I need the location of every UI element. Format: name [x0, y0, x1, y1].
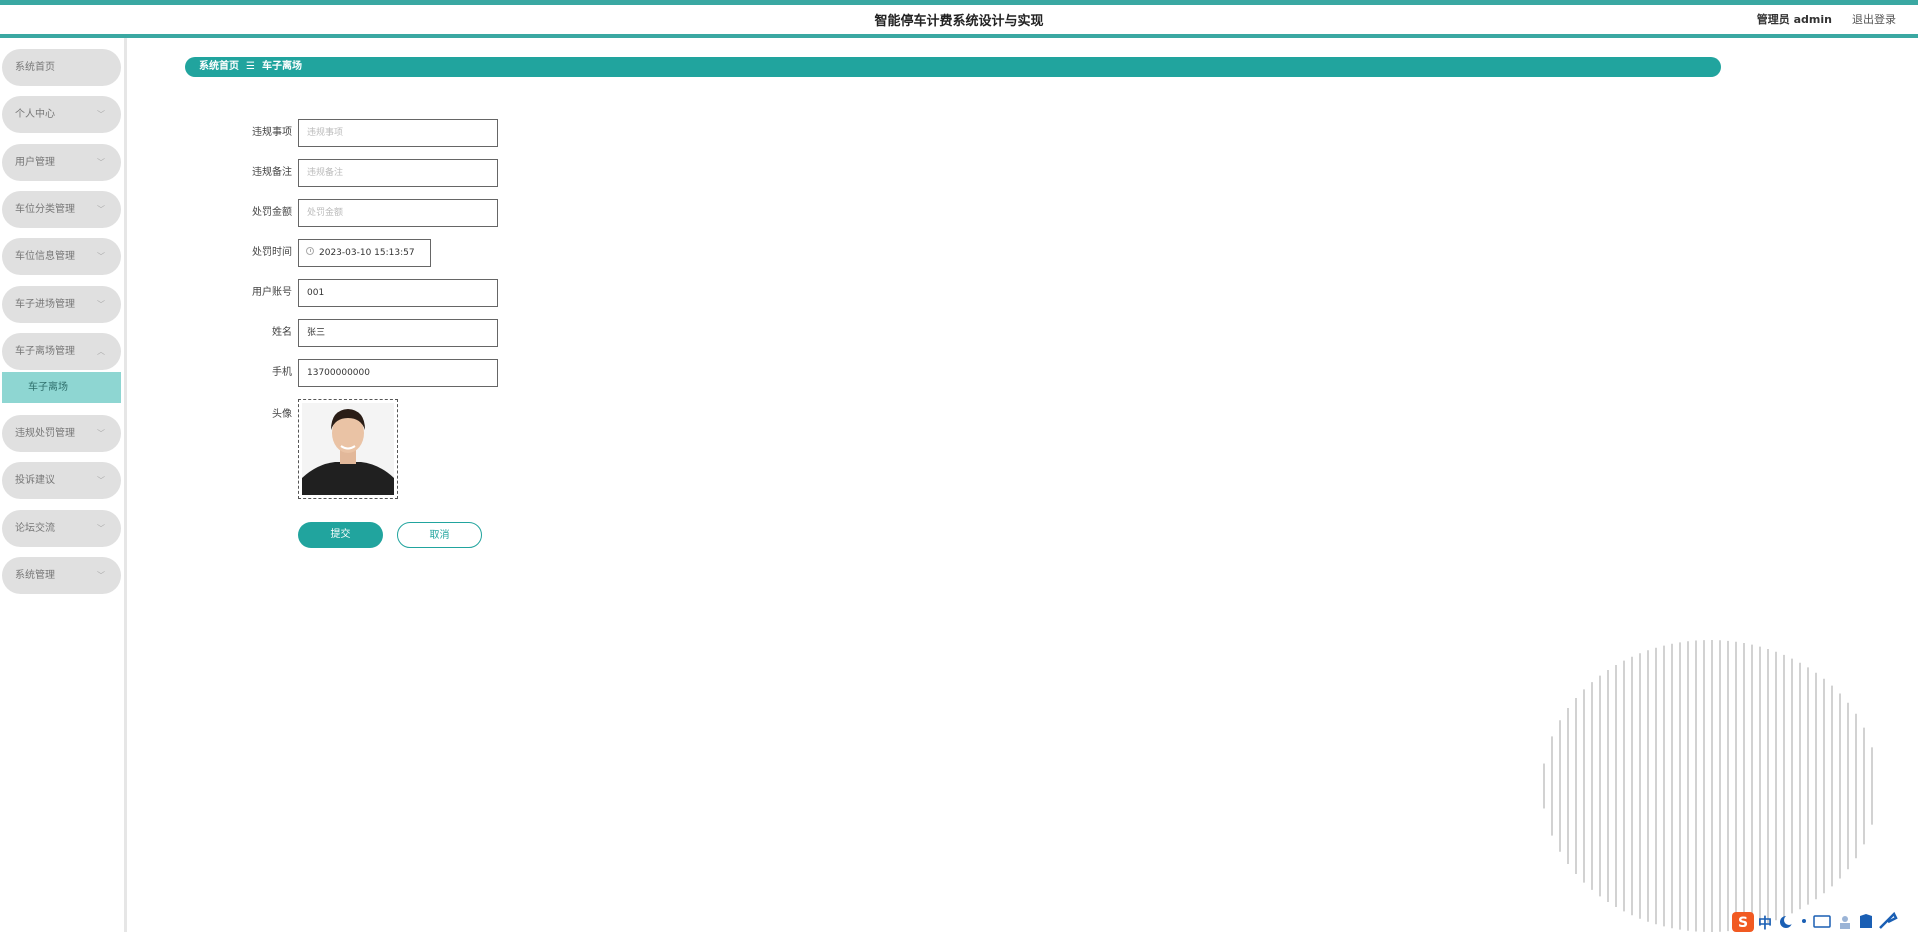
phone-input[interactable]: 13700000000	[298, 359, 498, 387]
sidebar-item-label: 投诉建议	[15, 475, 55, 486]
sidebar-item-car-exit[interactable]: 车子离场管理 ︿	[2, 333, 121, 370]
breadcrumb-separator: ☰	[246, 61, 255, 72]
sidebar-item-car-entry[interactable]: 车子进场管理 ﹀	[2, 286, 121, 323]
keyboard-icon	[1813, 915, 1831, 928]
ime-toolbar: S 中	[1732, 911, 1898, 932]
sidebar-item-user-management[interactable]: 用户管理 ﹀	[2, 144, 121, 181]
sidebar-item-personal-center[interactable]: 个人中心 ﹀	[2, 96, 121, 133]
sidebar-item-violation[interactable]: 违规处罚管理 ﹀	[2, 415, 121, 452]
chevron-down-icon: ﹀	[97, 110, 105, 119]
punctuation-icon	[1802, 919, 1806, 923]
violation-note-input[interactable]	[298, 159, 498, 187]
current-user: 管理员 admin	[1756, 13, 1832, 26]
sidebar-item-label: 车子离场	[28, 382, 68, 393]
header: 智能停车计费系统设计与实现 管理员 admin 退出登录	[0, 5, 1918, 38]
chevron-down-icon: ﹀	[97, 158, 105, 167]
sidebar-subitem-car-exit[interactable]: 车子离场	[2, 372, 121, 403]
name-label: 姓名	[272, 327, 292, 338]
logout-link[interactable]: 退出登录	[1852, 11, 1896, 27]
sidebar-item-spot-category[interactable]: 车位分类管理 ﹀	[2, 191, 121, 228]
chevron-down-icon: ﹀	[97, 300, 105, 309]
violation-note-label: 违规备注	[252, 167, 292, 178]
penalty-time-label: 处罚时间	[252, 247, 292, 258]
sidebar-item-home[interactable]: 系统首页	[2, 49, 121, 86]
decorative-stripe-circle	[1543, 640, 1873, 932]
sidebar-item-spot-info[interactable]: 车位信息管理 ﹀	[2, 238, 121, 275]
phone-label: 手机	[272, 367, 292, 378]
user-account-input[interactable]: 001	[298, 279, 498, 307]
sidebar-item-label: 个人中心	[15, 109, 55, 120]
chevron-down-icon: ﹀	[97, 205, 105, 214]
sidebar-item-label: 车位信息管理	[15, 251, 75, 262]
sidebar-item-complaint[interactable]: 投诉建议 ﹀	[2, 462, 121, 499]
sidebar-item-system[interactable]: 系统管理 ﹀	[2, 557, 121, 594]
person-icon	[1842, 916, 1848, 922]
submit-button[interactable]: 提交	[298, 522, 383, 548]
violation-item-label: 违规事项	[252, 127, 292, 138]
penalty-amount-label: 处罚金额	[252, 207, 292, 218]
penalty-time-picker[interactable]: 2023-03-10 15:13:57	[298, 239, 431, 267]
avatar-label: 头像	[272, 409, 292, 420]
chevron-down-icon: ﹀	[97, 252, 105, 261]
app-title: 智能停车计费系统设计与实现	[874, 14, 1044, 29]
chevron-up-icon: ︿	[97, 347, 105, 356]
cancel-button[interactable]: 取消	[397, 522, 482, 548]
sidebar-item-label: 系统首页	[15, 62, 55, 73]
chevron-down-icon: ﹀	[97, 429, 105, 438]
sidebar-item-label: 系统管理	[15, 570, 55, 581]
avatar-upload[interactable]	[298, 399, 398, 499]
sidebar: 系统首页 个人中心 ﹀ 用户管理 ﹀ 车位分类管理 ﹀ 车位信息管理 ﹀ 车子进…	[0, 38, 127, 932]
chevron-down-icon: ﹀	[97, 476, 105, 485]
svg-text:S: S	[1738, 915, 1748, 931]
sidebar-item-label: 论坛交流	[15, 523, 55, 534]
svg-text:中: 中	[1758, 915, 1772, 932]
sidebar-item-label: 车子进场管理	[15, 299, 75, 310]
breadcrumb-current: 车子离场	[261, 61, 302, 72]
violation-item-input[interactable]	[298, 119, 498, 147]
breadcrumb-home[interactable]: 系统首页	[199, 61, 239, 72]
shirt-icon	[1860, 914, 1872, 928]
wrench-icon	[1879, 911, 1898, 929]
sidebar-item-label: 车子离场管理	[15, 346, 75, 357]
clock-icon	[306, 247, 314, 255]
sidebar-item-label: 违规处罚管理	[15, 428, 75, 439]
penalty-amount-input[interactable]	[298, 199, 498, 227]
chevron-down-icon: ﹀	[97, 571, 105, 580]
sidebar-item-label: 用户管理	[15, 157, 55, 168]
chevron-down-icon: ﹀	[97, 524, 105, 533]
user-account-label: 用户账号	[252, 287, 292, 298]
avatar-image	[302, 403, 394, 495]
name-input[interactable]: 张三	[298, 319, 498, 347]
sidebar-item-forum[interactable]: 论坛交流 ﹀	[2, 510, 121, 547]
sidebar-item-label: 车位分类管理	[15, 204, 75, 215]
breadcrumb: 系统首页 ☰ 车子离场	[185, 57, 1721, 77]
